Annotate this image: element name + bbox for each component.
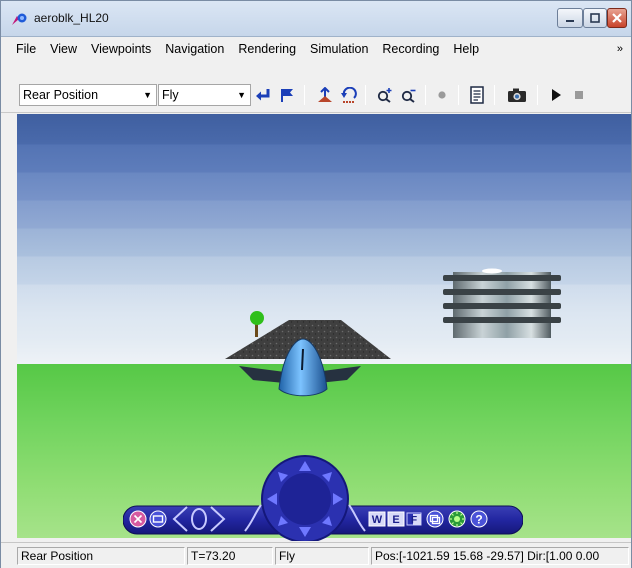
nav-minimize-button[interactable]	[149, 510, 167, 528]
toolbar-separator	[304, 85, 305, 105]
status-position-direction: Pos:[-1021.59 15.68 -29.57] Dir:[1.00 0.…	[371, 547, 629, 565]
nav-close-button[interactable]	[129, 510, 147, 528]
nav-button-f[interactable]: F	[406, 512, 422, 526]
nav-help-button[interactable]: ?	[470, 510, 488, 528]
menu-viewpoints[interactable]: Viewpoints	[84, 38, 158, 60]
minimize-button[interactable]	[557, 8, 583, 28]
maximize-button[interactable]	[583, 8, 607, 28]
nav-button-e-label: E	[392, 514, 399, 526]
straighten-up-icon	[318, 87, 332, 102]
menu-file[interactable]: File	[9, 38, 43, 60]
toolbar-separator	[425, 85, 426, 105]
return-to-viewpoint-button[interactable]	[253, 86, 273, 104]
cylinder-stack-object	[443, 268, 561, 338]
dropdown-arrow-icon: ▼	[143, 90, 152, 100]
record-button[interactable]	[432, 86, 452, 104]
zoom-out-icon	[401, 89, 416, 103]
dropdown-arrow-icon: ▼	[237, 90, 246, 100]
toolbar-separator	[365, 85, 366, 105]
menu-view[interactable]: View	[43, 38, 84, 60]
zoom-in-icon	[377, 88, 392, 103]
flag-icon	[281, 89, 293, 102]
rotate-center-icon[interactable]	[191, 508, 207, 530]
nav-button-w[interactable]: W	[368, 511, 386, 527]
undo-move-icon	[341, 87, 357, 103]
menu-rendering[interactable]: Rendering	[231, 38, 303, 60]
viewpoint-select-value: Rear Position	[23, 88, 99, 102]
help-icon: ?	[475, 513, 482, 527]
nav-headlight-button[interactable]	[448, 510, 466, 528]
nav-button-e[interactable]: E	[387, 511, 405, 527]
nav-window-toggle-button[interactable]	[426, 510, 444, 528]
capture-frame-button[interactable]	[507, 86, 527, 104]
document-list-icon	[470, 86, 484, 104]
nav-button-w-label: W	[372, 514, 383, 526]
stop-simulation-button[interactable]	[569, 86, 589, 104]
navigation-mode-value: Fly	[162, 88, 179, 102]
nav-left-arm-icon	[244, 504, 262, 532]
status-viewpoint: Rear Position	[17, 547, 185, 565]
navigation-mode-select[interactable]: Fly ▼	[158, 84, 251, 106]
menu-bar: File View Viewpoints Navigation Renderin…	[1, 38, 631, 60]
application-window: aeroblk_HL20 File View Viewpoints Naviga…	[0, 0, 632, 568]
minimize-icon	[566, 20, 574, 22]
maximize-icon	[590, 13, 600, 23]
record-icon	[438, 91, 446, 99]
zoom-out-button[interactable]	[399, 86, 419, 104]
undo-move-button[interactable]	[339, 86, 359, 104]
slide-right-arrow-icon[interactable]	[210, 506, 226, 532]
create-viewpoint-button[interactable]	[277, 86, 297, 104]
status-navigation-mode: Fly	[275, 547, 369, 565]
view-properties-button[interactable]	[467, 86, 487, 104]
play-icon	[552, 89, 561, 101]
zoom-in-button[interactable]	[375, 86, 395, 104]
menu-navigation[interactable]: Navigation	[158, 38, 231, 60]
title-bar[interactable]: aeroblk_HL20	[1, 1, 631, 37]
menu-recording[interactable]: Recording	[375, 38, 446, 60]
toolbar-separator	[494, 85, 495, 105]
status-bar: Rear Position T=73.20 Fly Pos:[-1021.59 …	[1, 542, 631, 568]
slide-left-arrow-icon[interactable]	[172, 506, 188, 532]
start-simulation-button[interactable]	[546, 86, 566, 104]
toolbar-separator	[458, 85, 459, 105]
navigation-controls: W E F ?	[129, 455, 488, 541]
navigation-wheel[interactable]	[261, 455, 349, 541]
toolbar: Rear Position ▼ Fly ▼	[1, 61, 631, 113]
return-arrow-icon	[256, 89, 270, 101]
nav-button-f-label: F	[411, 515, 417, 526]
window-title: aeroblk_HL20	[34, 11, 109, 25]
viewpoint-select[interactable]: Rear Position ▼	[19, 84, 157, 106]
menu-simulation[interactable]: Simulation	[303, 38, 375, 60]
nav-right-arm-icon	[348, 504, 366, 532]
camera-icon	[508, 88, 526, 102]
menu-overflow-chevron-icon[interactable]: »	[617, 43, 623, 55]
close-button[interactable]	[607, 8, 627, 28]
stop-icon	[575, 91, 583, 99]
toolbar-separator	[537, 85, 538, 105]
vr-app-icon	[12, 13, 27, 25]
close-icon	[612, 13, 622, 23]
tree-object	[250, 311, 264, 337]
menu-help[interactable]: Help	[446, 38, 486, 60]
straighten-up-button[interactable]	[315, 86, 335, 104]
status-time: T=73.20	[187, 547, 273, 565]
